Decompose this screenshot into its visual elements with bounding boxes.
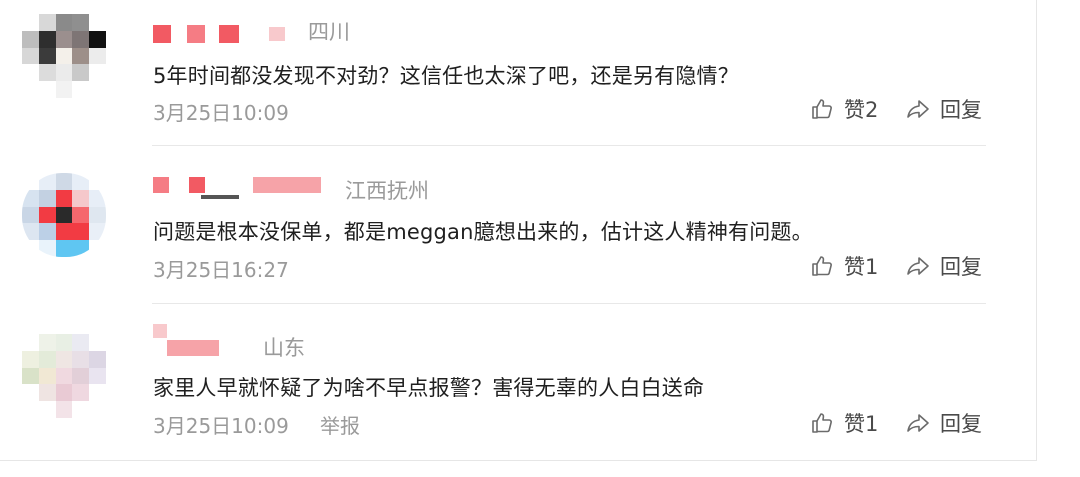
thumbs-up-icon xyxy=(810,97,834,121)
reply-arrow-icon xyxy=(906,254,930,278)
comment-time: 3月25日10:09 xyxy=(153,101,289,125)
like-button[interactable]: 赞1 xyxy=(810,251,896,281)
comment-panel: 四川 5年时间都没发现不对劲？这信任也太深了吧，还是另有隐情？ 3月25日10:… xyxy=(0,0,1037,461)
comment-time: 3月25日16:27 xyxy=(153,258,289,282)
user-avatar[interactable] xyxy=(22,14,106,98)
masked-username[interactable] xyxy=(153,22,293,44)
comment-time: 3月25日10:09 xyxy=(153,414,289,438)
comment-divider xyxy=(152,303,986,304)
reply-label: 回复 xyxy=(940,98,982,122)
comment-actions: 赞1 回复 xyxy=(810,408,982,438)
user-avatar[interactable] xyxy=(22,173,106,257)
comment-text: 问题是根本没保单，都是meggan臆想出来的，估计这人精神有问题。 xyxy=(153,220,813,244)
user-location: 四川 xyxy=(308,20,350,44)
masked-username[interactable] xyxy=(153,175,323,199)
like-count: 赞2 xyxy=(844,98,879,122)
comment-actions: 赞1 回复 xyxy=(810,251,982,281)
reply-arrow-icon xyxy=(906,411,930,435)
thumbs-up-icon xyxy=(810,411,834,435)
masked-username[interactable] xyxy=(153,324,233,358)
like-count: 赞1 xyxy=(844,412,879,436)
reply-label: 回复 xyxy=(940,255,982,279)
comment-item: 山东 家里人早就怀疑了为啥不早点报警？害得无辜的人白白送命 3月25日10:09… xyxy=(0,314,1036,464)
reply-button[interactable]: 回复 xyxy=(906,94,982,124)
thumbs-up-icon xyxy=(810,254,834,278)
comment-item: 四川 5年时间都没发现不对劲？这信任也太深了吧，还是另有隐情？ 3月25日10:… xyxy=(0,0,1036,150)
reply-label: 回复 xyxy=(940,412,982,436)
comment-item: 江西抚州 问题是根本没保单，都是meggan臆想出来的，估计这人精神有问题。 3… xyxy=(0,157,1036,307)
like-count: 赞1 xyxy=(844,255,879,279)
user-location: 江西抚州 xyxy=(345,179,429,203)
user-avatar[interactable] xyxy=(22,334,106,418)
report-link[interactable]: 举报 xyxy=(320,410,360,439)
comment-text: 家里人早就怀疑了为啥不早点报警？害得无辜的人白白送命 xyxy=(153,376,705,400)
comment-text: 5年时间都没发现不对劲？这信任也太深了吧，还是另有隐情？ xyxy=(153,64,739,88)
like-button[interactable]: 赞1 xyxy=(810,408,896,438)
comment-divider xyxy=(152,145,986,146)
reply-button[interactable]: 回复 xyxy=(906,251,982,281)
reply-arrow-icon xyxy=(906,97,930,121)
comment-actions: 赞2 回复 xyxy=(810,94,982,124)
user-location: 山东 xyxy=(263,336,305,360)
reply-button[interactable]: 回复 xyxy=(906,408,982,438)
like-button[interactable]: 赞2 xyxy=(810,94,896,124)
